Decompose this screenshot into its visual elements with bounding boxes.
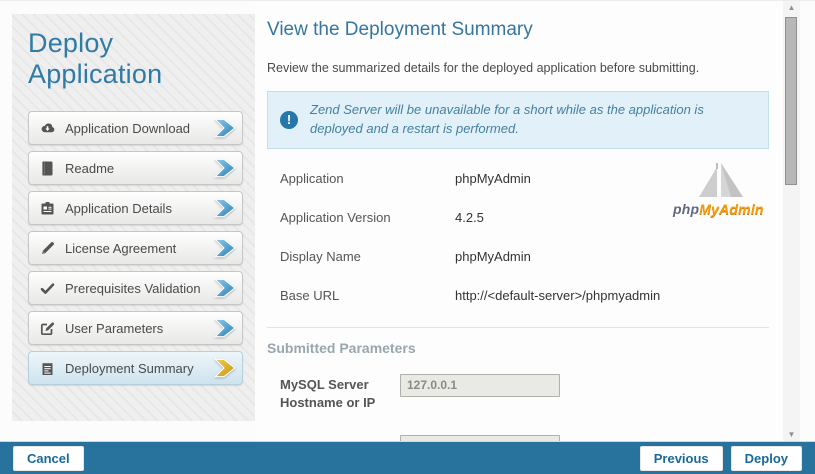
sidebar-item-label: Readme xyxy=(65,161,212,176)
phpmyadmin-wordmark: phpMyAdmin xyxy=(673,201,763,217)
detail-label: Application xyxy=(280,171,455,186)
sidebar-item-user-parameters[interactable]: User Parameters xyxy=(28,311,243,345)
notice-box: ! Zend Server will be unavailable for a … xyxy=(267,91,769,149)
sidebar-item-prerequisites-validation[interactable]: Prerequisites Validation xyxy=(28,271,243,305)
mysql-hostname-field xyxy=(400,374,560,397)
scrollbar[interactable]: ▲ ▼ xyxy=(783,1,800,442)
chevron-right-icon xyxy=(212,155,238,181)
notepad-icon xyxy=(39,360,56,377)
summary-details: phpMyAdmin Application phpMyAdmin Applic… xyxy=(280,171,769,303)
sidebar-item-label: License Agreement xyxy=(65,241,212,256)
chevron-right-icon xyxy=(212,275,238,301)
scrollbar-thumb[interactable] xyxy=(785,17,797,185)
sidebar-item-label: Application Details xyxy=(65,201,212,216)
notice-text: Zend Server will be unavailable for a sh… xyxy=(310,101,756,139)
sidebar-item-application-download[interactable]: Application Download xyxy=(28,111,243,145)
detail-value: phpMyAdmin xyxy=(455,171,531,186)
sidebar-item-label: User Parameters xyxy=(65,321,212,336)
submitted-parameters-heading: Submitted Parameters xyxy=(267,340,769,356)
sidebar-item-label: Deployment Summary xyxy=(65,361,212,376)
detail-row-display-name: Display Name phpMyAdmin xyxy=(280,249,769,264)
cancel-button[interactable]: Cancel xyxy=(13,446,84,471)
deploy-application-window: Deploy Application Application Download … xyxy=(0,0,815,474)
scroll-down-icon[interactable]: ▼ xyxy=(783,428,800,442)
chevron-right-icon xyxy=(212,235,238,261)
main-panel: View the Deployment Summary Review the s… xyxy=(255,1,783,442)
phpmyadmin-logo: phpMyAdmin xyxy=(673,163,763,217)
chevron-right-icon xyxy=(212,315,238,341)
detail-label: Application Version xyxy=(280,210,455,225)
detail-label: Base URL xyxy=(280,288,455,303)
detail-value: phpMyAdmin xyxy=(455,249,531,264)
section-divider xyxy=(267,327,769,328)
info-icon: ! xyxy=(280,111,298,129)
check-icon xyxy=(39,280,56,297)
previous-button[interactable]: Previous xyxy=(640,446,723,471)
footer-bar: Cancel Previous Deploy xyxy=(0,441,815,474)
pen-icon xyxy=(39,240,56,257)
sidebar-item-label: Application Download xyxy=(65,121,212,136)
book-icon xyxy=(39,160,56,177)
main-heading: View the Deployment Summary xyxy=(267,19,769,41)
chevron-right-icon xyxy=(212,195,238,221)
detail-row-base-url: Base URL http://<default-server>/phpmyad… xyxy=(280,288,769,303)
detail-value: http://<default-server>/phpmyadmin xyxy=(455,288,660,303)
param-row-mysql-hostname: MySQL Server Hostname or IP xyxy=(280,374,769,412)
main-description: Review the summarized details for the de… xyxy=(267,61,769,75)
edit-icon xyxy=(39,320,56,337)
chevron-right-icon xyxy=(212,355,238,381)
deploy-button[interactable]: Deploy xyxy=(731,446,802,471)
detail-label: Display Name xyxy=(280,249,455,264)
sidebar-item-deployment-summary[interactable]: Deployment Summary xyxy=(28,351,243,385)
clipboard-icon xyxy=(39,200,56,217)
page-title: Deploy Application xyxy=(28,28,198,89)
scroll-up-icon[interactable]: ▲ xyxy=(783,1,800,15)
sidebar-item-license-agreement[interactable]: License Agreement xyxy=(28,231,243,265)
cloud-download-icon xyxy=(39,120,56,137)
detail-value: 4.2.5 xyxy=(455,210,484,225)
sidebar: Deploy Application Application Download … xyxy=(12,14,255,421)
param-label: MySQL Server Hostname or IP xyxy=(280,374,400,412)
sidebar-item-label: Prerequisites Validation xyxy=(65,281,212,296)
sidebar-item-application-details[interactable]: Application Details xyxy=(28,191,243,225)
sidebar-item-readme[interactable]: Readme xyxy=(28,151,243,185)
chevron-right-icon xyxy=(212,115,238,141)
